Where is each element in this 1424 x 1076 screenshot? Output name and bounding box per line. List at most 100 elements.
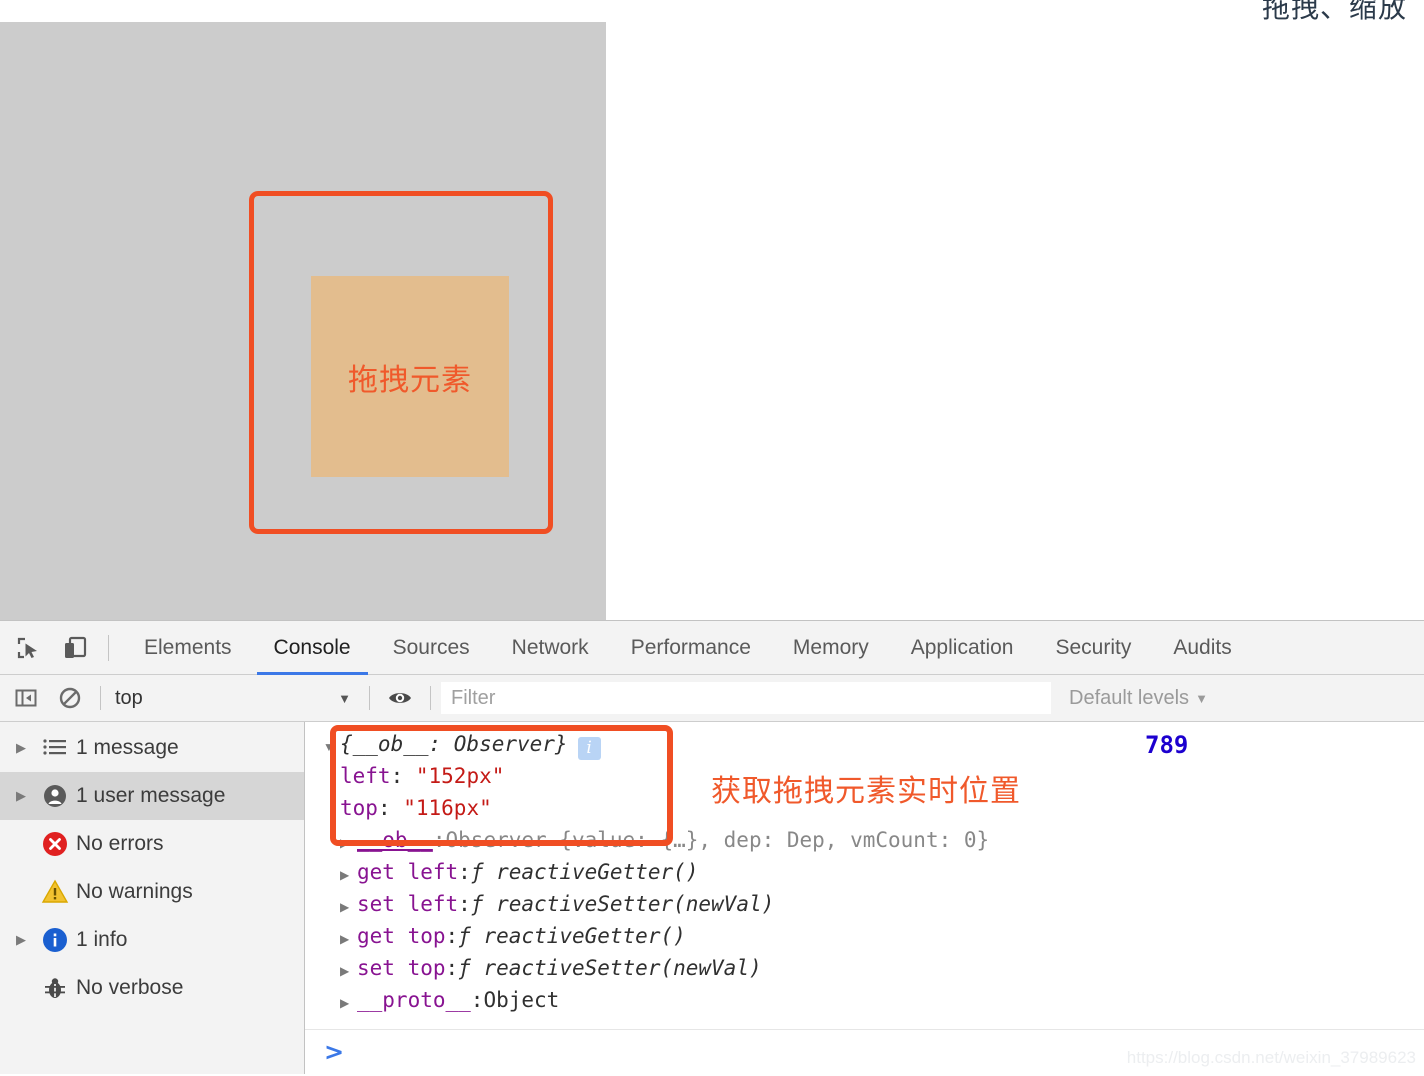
live-expression-eye-icon[interactable] <box>378 675 422 721</box>
expand-triangle-icon[interactable]: ▶ <box>340 987 357 1019</box>
property-separator: : <box>458 892 471 916</box>
console-sidebar: ▶ 1 message ▶ 1 user message No errors N… <box>0 722 305 1074</box>
clear-console-icon[interactable] <box>48 675 92 721</box>
object-header-text: {__ob__: Observer} <box>340 732 568 756</box>
console-filter-bar: top ▼ Default levels ▼ <box>0 675 1424 722</box>
object-header-row[interactable]: ▼ {__ob__: Observer} i <box>323 728 989 760</box>
property-key: set left <box>357 892 459 916</box>
collapse-triangle-icon[interactable]: ▼ <box>323 731 340 763</box>
execution-context-select[interactable]: top ▼ <box>109 675 361 721</box>
tab-application[interactable]: Application <box>890 621 1035 675</box>
drag-container: 拖拽元素 <box>0 22 606 620</box>
console-output[interactable]: ▼ {__ob__: Observer} i left : "152px" to… <box>305 722 1424 1074</box>
property-value: ƒ reactiveSetter(newVal) <box>470 892 775 916</box>
execution-context-value: top <box>115 686 143 709</box>
property-separator: : <box>432 828 446 852</box>
prompt-caret-icon: > <box>324 1038 345 1066</box>
tab-network[interactable]: Network <box>491 621 610 675</box>
sidebar-item-label: No warnings <box>76 880 193 903</box>
tab-memory[interactable]: Memory <box>772 621 890 675</box>
warning-icon <box>34 878 76 906</box>
property-key: left <box>340 764 391 788</box>
filterbar-divider-2 <box>369 686 370 710</box>
property-key: get top <box>357 924 446 948</box>
expand-arrow-icon[interactable]: ▶ <box>8 788 34 804</box>
sidebar-item-label: 1 user message <box>76 784 226 807</box>
filterbar-divider-1 <box>100 686 101 710</box>
expand-triangle-icon[interactable]: ▶ <box>340 955 357 987</box>
devtools-panel: Elements Console Sources Network Perform… <box>0 620 1424 1076</box>
info-badge-icon[interactable]: i <box>577 737 601 760</box>
sidebar-item-label: 1 info <box>76 928 128 951</box>
property-key: set top <box>357 956 446 980</box>
console-sidebar-toggle-icon[interactable] <box>4 675 48 721</box>
object-property-row[interactable]: ▶ set left : ƒ reactiveSetter(newVal) <box>323 888 989 920</box>
toolbar-divider <box>108 634 109 661</box>
log-levels-select[interactable]: Default levels ▼ <box>1069 687 1208 710</box>
property-separator: : <box>470 988 484 1012</box>
bug-icon <box>34 975 76 1001</box>
expand-triangle-icon[interactable]: ▶ <box>340 827 357 859</box>
object-property-row[interactable]: ▶ set top : ƒ reactiveSetter(newVal) <box>323 952 989 984</box>
property-value: Object <box>483 988 560 1012</box>
property-value: ƒ reactiveGetter() <box>458 924 686 948</box>
chevron-down-icon: ▼ <box>1195 690 1208 706</box>
object-property-row[interactable]: ▶ get left : ƒ reactiveGetter() <box>323 856 989 888</box>
list-icon <box>34 735 76 761</box>
property-key: __ob__ <box>357 828 433 852</box>
inspect-element-icon[interactable] <box>6 621 52 675</box>
page-heading-clipped: 拖拽、缩放 <box>1234 0 1424 21</box>
sidebar-item-errors[interactable]: ▶ No errors <box>0 820 304 868</box>
property-separator: : <box>458 860 471 884</box>
sidebar-item-label: No errors <box>76 832 164 855</box>
page-heading-text: 拖拽、缩放 <box>1262 0 1408 21</box>
sidebar-item-label: 1 message <box>76 736 179 759</box>
tab-elements[interactable]: Elements <box>123 621 253 675</box>
property-separator: : <box>390 764 416 788</box>
page-viewport: 拖拽、缩放 拖拽元素 <box>0 0 1424 620</box>
devtools-tabbar: Elements Console Sources Network Perform… <box>0 621 1424 675</box>
watermark: https://blog.csdn.net/weixin_37989623 <box>1126 1048 1416 1067</box>
sidebar-item-user-messages[interactable]: ▶ 1 user message <box>0 772 304 820</box>
filterbar-divider-3 <box>430 686 431 710</box>
property-value: "152px" <box>415 764 505 788</box>
expand-triangle-icon[interactable]: ▶ <box>340 891 357 923</box>
tab-audits[interactable]: Audits <box>1152 621 1252 675</box>
property-value: "116px" <box>403 796 492 820</box>
property-separator: : <box>445 956 459 980</box>
property-value: ƒ reactiveSetter(newVal) <box>458 956 762 980</box>
tab-performance[interactable]: Performance <box>610 621 772 675</box>
annotation-note-text: 获取拖拽元素实时位置 <box>711 774 1021 809</box>
property-value: Observer {value: {…}, dep: Dep, vmCount:… <box>445 828 990 852</box>
property-key: get left <box>357 860 459 884</box>
sidebar-item-messages[interactable]: ▶ 1 message <box>0 724 304 772</box>
sidebar-item-label: No verbose <box>76 976 184 999</box>
expand-triangle-icon[interactable]: ▶ <box>340 859 357 891</box>
property-key: __proto__ <box>357 988 471 1012</box>
drag-element[interactable]: 拖拽元素 <box>311 276 509 477</box>
tab-sources[interactable]: Sources <box>372 621 491 675</box>
property-separator: : <box>377 796 404 820</box>
error-icon <box>34 830 76 858</box>
user-icon <box>34 783 76 809</box>
sidebar-item-verbose[interactable]: ▶ No verbose <box>0 964 304 1012</box>
object-property-row[interactable]: ▶ __ob__ : Observer {value: {…}, dep: De… <box>323 824 989 856</box>
log-levels-label: Default levels <box>1069 686 1190 709</box>
filter-input[interactable] <box>441 682 1051 714</box>
console-body: ▶ 1 message ▶ 1 user message No errors N… <box>0 722 1424 1074</box>
device-toolbar-icon[interactable] <box>52 621 98 675</box>
chevron-down-icon: ▼ <box>338 690 351 706</box>
object-property-row[interactable]: ▶ get top : ƒ reactiveGetter() <box>323 920 989 952</box>
expand-arrow-icon[interactable]: ▶ <box>8 932 34 948</box>
expand-arrow-icon[interactable]: ▶ <box>8 740 34 756</box>
sidebar-item-warnings[interactable]: ▶ No warnings <box>0 868 304 916</box>
expand-triangle-icon[interactable]: ▶ <box>340 923 357 955</box>
object-property-row[interactable]: ▶ __proto__ : Object <box>323 984 989 1016</box>
property-key: top <box>340 796 378 820</box>
info-icon <box>34 926 76 954</box>
drag-element-label: 拖拽元素 <box>348 362 472 398</box>
tab-console[interactable]: Console <box>253 621 372 675</box>
property-separator: : <box>445 924 459 948</box>
sidebar-item-info[interactable]: ▶ 1 info <box>0 916 304 964</box>
tab-security[interactable]: Security <box>1034 621 1152 675</box>
